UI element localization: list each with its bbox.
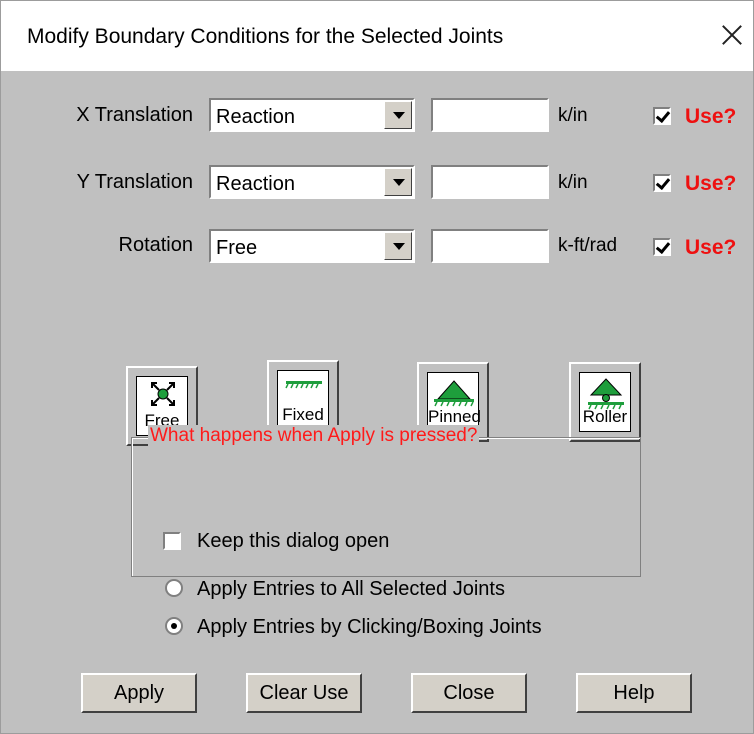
fixed-preset-label: Fixed xyxy=(282,405,324,424)
keep-dialog-open-checkbox[interactable] xyxy=(163,532,181,550)
roller-preset-button[interactable]: Roller xyxy=(569,362,641,442)
fixed-preset-face: Fixed xyxy=(277,370,329,430)
pinned-preset-face: Pinned xyxy=(427,372,481,432)
dialog-window: Modify Boundary Conditions for the Selec… xyxy=(0,0,754,734)
clear-use-button[interactable]: Clear Use xyxy=(246,673,362,713)
y-translation-use-label: Use? xyxy=(685,172,737,195)
close-button[interactable]: Close xyxy=(411,673,527,713)
roller-preset-label: Roller xyxy=(582,407,628,426)
rotation-type-select[interactable]: Free xyxy=(209,229,415,263)
apply-all-selected-radio[interactable] xyxy=(165,579,183,597)
apply-button[interactable]: Apply xyxy=(81,673,197,713)
x-translation-use-checkbox[interactable] xyxy=(653,107,671,125)
rotation-use-label: Use? xyxy=(685,236,737,259)
y-translation-use-checkbox[interactable] xyxy=(653,174,671,192)
apply-by-clicking-radio[interactable] xyxy=(165,617,183,635)
x-translation-stiffness-field[interactable] xyxy=(431,98,549,132)
x-translation-unit: k/in xyxy=(558,105,588,126)
help-button-label: Help xyxy=(613,682,655,704)
rotation-label: Rotation xyxy=(118,234,194,256)
chevron-down-icon[interactable] xyxy=(384,101,412,129)
fixed-support-icon xyxy=(285,381,322,389)
chevron-down-icon[interactable] xyxy=(384,232,412,260)
chevron-down-icon[interactable] xyxy=(384,168,412,196)
title-bar: Modify Boundary Conditions for the Selec… xyxy=(1,1,753,71)
help-button[interactable]: Help xyxy=(576,673,692,713)
free-joint-icon xyxy=(151,382,175,406)
y-translation-type-select[interactable]: Reaction xyxy=(209,165,415,199)
close-button-label: Close xyxy=(443,682,495,704)
pinned-preset-label: Pinned xyxy=(428,407,481,426)
x-translation-label: X Translation xyxy=(76,104,193,126)
window-title: Modify Boundary Conditions for the Selec… xyxy=(27,25,504,48)
rotation-unit: k-ft/rad xyxy=(558,235,618,256)
x-translation-type-value: Reaction xyxy=(216,106,295,128)
y-translation-stiffness-field[interactable] xyxy=(431,165,549,199)
roller-preset-face: Roller xyxy=(579,372,631,432)
apply-behavior-legend: What happens when Apply is pressed? xyxy=(148,425,480,447)
apply-behavior-group xyxy=(131,437,641,577)
apply-button-label: Apply xyxy=(113,682,165,704)
clear-use-button-label: Clear Use xyxy=(259,682,349,704)
x-translation-use-label: Use? xyxy=(685,105,737,128)
close-icon[interactable] xyxy=(717,21,747,51)
rotation-type-value: Free xyxy=(216,237,258,259)
apply-by-clicking-label: Apply Entries by Clicking/Boxing Joints xyxy=(197,616,542,638)
rotation-stiffness-field[interactable] xyxy=(431,229,549,263)
x-translation-type-select[interactable]: Reaction xyxy=(209,98,415,132)
rotation-use-checkbox[interactable] xyxy=(653,238,671,256)
y-translation-label: Y Translation xyxy=(76,171,193,193)
y-translation-type-value: Reaction xyxy=(216,173,295,195)
y-translation-unit: k/in xyxy=(558,172,588,193)
keep-dialog-open-label: Keep this dialog open xyxy=(197,530,390,552)
apply-all-selected-label: Apply Entries to All Selected Joints xyxy=(197,578,505,600)
